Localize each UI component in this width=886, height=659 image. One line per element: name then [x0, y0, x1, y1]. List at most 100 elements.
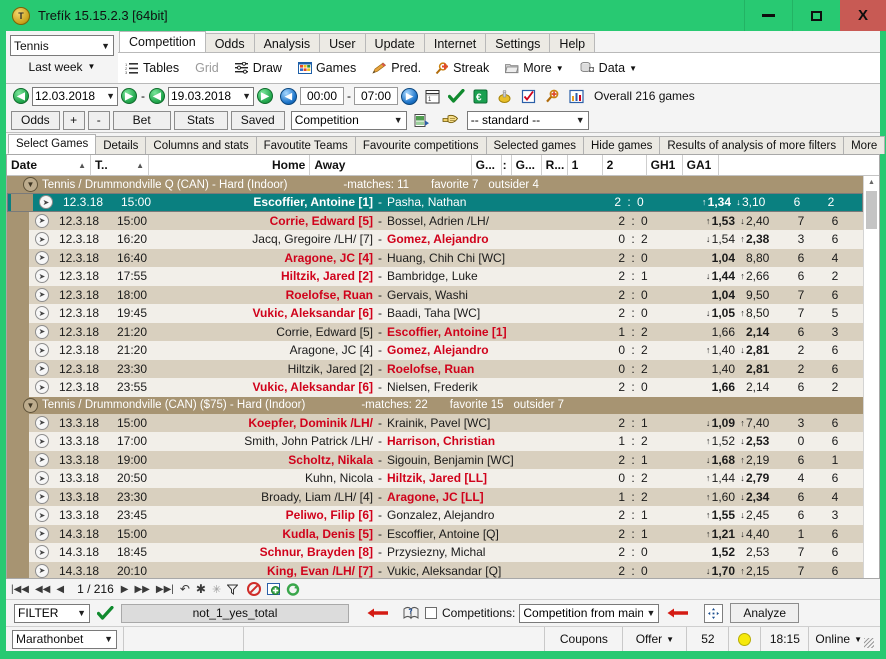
coupons-button[interactable]: Coupons [545, 627, 623, 651]
scroll-thumb[interactable] [866, 191, 877, 229]
check-icon[interactable] [447, 87, 465, 105]
inner-tab-columns-and-stats[interactable]: Columns and stats [145, 136, 256, 154]
menu-tab-analysis[interactable]: Analysis [254, 33, 321, 53]
inner-tab-select-games[interactable]: Select Games [8, 134, 96, 154]
active-filter-name[interactable]: not_1_yes_total [121, 604, 349, 623]
period-select[interactable]: Last week ▼ [10, 56, 114, 77]
inner-tab-details[interactable]: Details [95, 136, 146, 154]
nav-next-page-button[interactable]: ▶▶ [134, 584, 149, 595]
ribbon-data-button[interactable]: Data ▼ [580, 61, 637, 75]
close-button[interactable]: X [840, 0, 886, 31]
competitions-select[interactable]: Competition from main winc ▼ [519, 604, 659, 623]
time-to-button[interactable]: ▶ [401, 88, 418, 105]
row-open-icon[interactable]: ➤ [35, 380, 49, 394]
row-open-icon[interactable]: ➤ [35, 416, 49, 430]
offer-button[interactable]: Offer ▼ [623, 627, 687, 651]
nav-prev-page-button[interactable]: ◀◀ [35, 584, 50, 595]
table-row[interactable]: ➤14.3.1820:10King, Evan /LH/ [7]-Vukic, … [7, 562, 863, 579]
table-row[interactable]: ➤13.3.1815:00Koepfer, Dominik /LH/-Krain… [7, 414, 863, 433]
column-header-time[interactable]: T.. ▲ [91, 155, 149, 175]
column-header-goals-away[interactable]: G... [512, 155, 542, 175]
row-open-cell[interactable]: ➤ [29, 416, 55, 430]
analyze-button[interactable]: Analyze [730, 603, 799, 623]
filter-select[interactable]: FILTER ▼ [14, 604, 90, 623]
menu-tab-competition[interactable]: Competition [119, 31, 206, 53]
column-header-colon[interactable]: : [502, 155, 512, 175]
filter-icon[interactable] [227, 584, 238, 595]
row-open-icon[interactable]: ➤ [35, 508, 49, 522]
standard-select[interactable]: -- standard -- ▼ [467, 111, 589, 130]
table-row[interactable]: ➤12.3.1816:20Jacq, Gregoire /LH/ [7]-Gom… [7, 230, 863, 249]
table-row[interactable]: ➤12.3.1818:00Roelofse, Ruan-Gervais, Was… [7, 286, 863, 305]
date-from-prev-button[interactable]: ◀ [13, 88, 29, 104]
menu-tab-help[interactable]: Help [549, 33, 595, 53]
ribbon-tables-button[interactable]: 123 Tables [125, 61, 179, 75]
table-row[interactable]: ➤13.3.1817:00Smith, John Patrick /LH/-Ha… [7, 432, 863, 451]
checklist-icon[interactable] [519, 87, 537, 105]
table-row[interactable]: ➤13.3.1820:50Kuhn, Nicola-Hiltzik, Jared… [7, 469, 863, 488]
help-book-icon[interactable]: ? [403, 606, 419, 620]
row-open-cell[interactable]: ➤ [29, 269, 55, 283]
column-header-date[interactable]: Date ▲ [7, 155, 91, 175]
coin-icon[interactable] [495, 87, 513, 105]
resize-grip-icon[interactable] [864, 638, 874, 648]
table-row[interactable]: ➤12.3.1816:40Aragone, JC [4]-Huang, Chih… [7, 249, 863, 268]
menu-tab-update[interactable]: Update [365, 33, 425, 53]
refresh-icon[interactable] [285, 582, 300, 596]
date-to-prev-button[interactable]: ◀ [149, 88, 165, 104]
date-from-input[interactable]: 12.03.2018 ▼ [32, 87, 118, 106]
row-open-cell[interactable]: ➤ [29, 325, 55, 339]
odds-button[interactable]: Odds [11, 111, 60, 130]
time-to-input[interactable]: 07:00 [354, 87, 398, 105]
inner-tab-selected-games[interactable]: Selected games [486, 136, 584, 154]
row-open-cell[interactable]: ➤ [29, 434, 55, 448]
row-open-cell[interactable]: ➤ [29, 545, 55, 559]
table-row[interactable]: ➤14.3.1818:45Schnur, Brayden [8]-Przysie… [7, 543, 863, 562]
decrease-button[interactable]: - [88, 111, 110, 130]
row-open-cell[interactable]: ➤ [29, 508, 55, 522]
row-open-icon[interactable]: ➤ [35, 471, 49, 485]
row-open-icon[interactable]: ➤ [35, 306, 49, 320]
online-menu[interactable]: Online ▼ [809, 627, 880, 651]
minimize-button[interactable] [744, 0, 792, 31]
menu-tab-odds[interactable]: Odds [205, 33, 255, 53]
scroll-up-icon[interactable]: ▲ [865, 176, 878, 189]
hand-pointer-icon[interactable] [442, 111, 460, 129]
row-open-cell[interactable]: ➤ [29, 251, 55, 265]
row-open-cell[interactable]: ➤ [29, 343, 55, 357]
column-header-away[interactable]: Away [310, 155, 471, 175]
bookmaker-select-cell[interactable]: Marathonbet ▼ [6, 627, 124, 651]
group-by-select[interactable]: Competition ▼ [291, 111, 407, 130]
nav-last-button[interactable]: ▶▶| [156, 584, 174, 595]
group-header-row[interactable]: ▼Tennis / Drummondville Q (CAN) - Hard (… [7, 176, 863, 193]
row-open-icon[interactable]: ➤ [35, 362, 49, 376]
menu-tab-internet[interactable]: Internet [424, 33, 486, 53]
row-open-icon[interactable]: ➤ [35, 214, 49, 228]
ribbon-streak-button[interactable]: Streak [435, 61, 489, 75]
column-header-gh1[interactable]: GH1 [647, 155, 683, 175]
table-row[interactable]: ➤12.3.1821:20Corrie, Edward [5]-Escoffie… [7, 323, 863, 342]
row-open-cell[interactable]: ➤ [29, 471, 55, 485]
filter-apply-icon[interactable] [97, 606, 114, 621]
table-row[interactable]: ➤12.3.1823:30Hiltzik, Jared [2]-Roelofse… [7, 360, 863, 379]
date-from-next-button[interactable]: ▶ [121, 88, 137, 104]
add-icon[interactable] [266, 582, 281, 596]
column-header-goals-home[interactable]: G... [472, 155, 502, 175]
row-open-icon[interactable]: ➤ [35, 434, 49, 448]
nav-next-button[interactable]: ▶ [121, 584, 129, 595]
column-header-ga1[interactable]: GA1 [683, 155, 719, 175]
competitions-back-arrow-icon[interactable] [667, 607, 689, 619]
nav-undo-icon[interactable]: ↶ [180, 582, 190, 596]
inner-tab-favourite-competitions[interactable]: Favourite competitions [355, 136, 487, 154]
row-open-cell[interactable]: ➤ [29, 306, 55, 320]
table-row[interactable]: ➤12.3.1815:00Escoffier, Antoine [1]-Pash… [7, 193, 863, 212]
row-open-icon[interactable]: ➤ [35, 527, 49, 541]
row-open-cell[interactable]: ➤ [29, 214, 55, 228]
grid-vertical-scrollbar[interactable]: ▲ [863, 176, 879, 578]
date-to-next-button[interactable]: ▶ [257, 88, 273, 104]
saved-button[interactable]: Saved [231, 111, 285, 130]
sport-select[interactable]: Tennis ▼ [10, 35, 114, 56]
ribbon-draw-button[interactable]: Draw [235, 61, 282, 75]
table-row[interactable]: ➤14.3.1815:00Kudla, Denis [5]-Escoffier,… [7, 525, 863, 544]
row-open-icon[interactable]: ➤ [35, 325, 49, 339]
